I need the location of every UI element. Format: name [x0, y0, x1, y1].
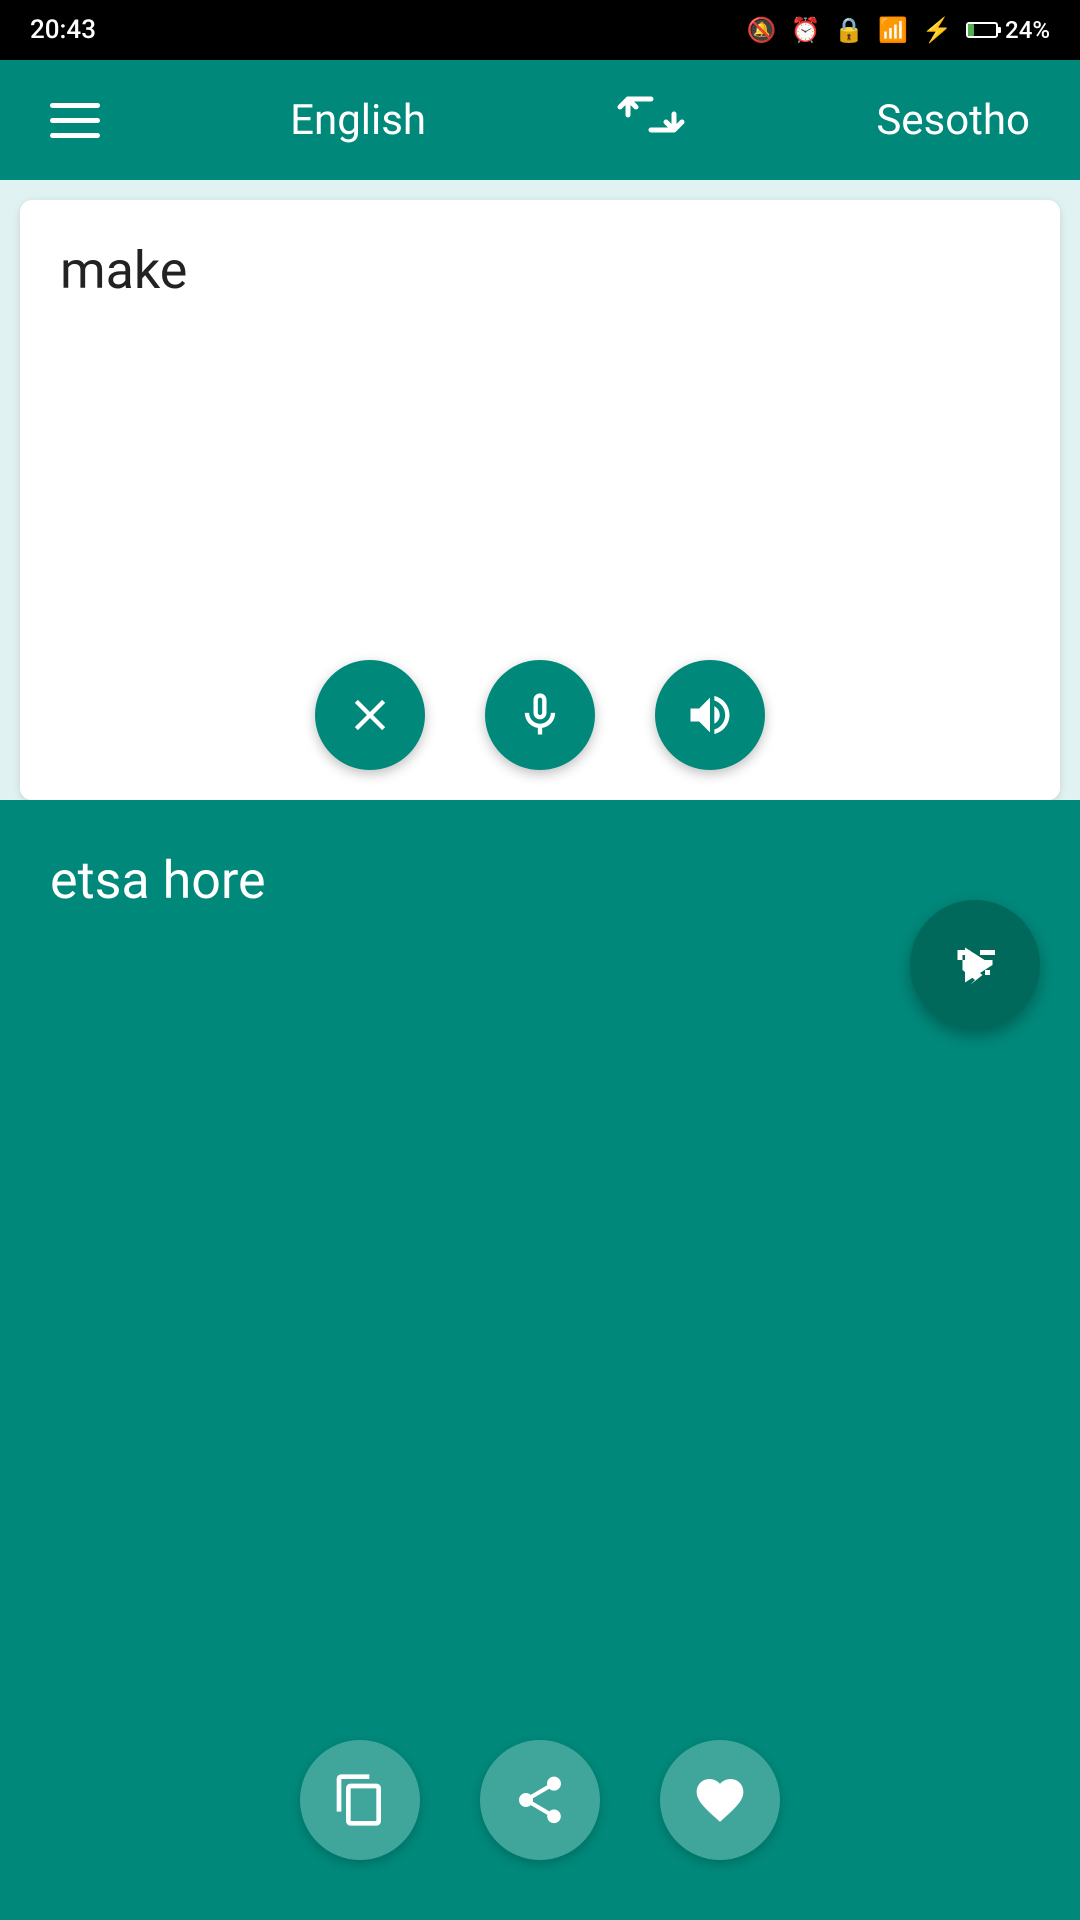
main-content: make: [0, 180, 1080, 1920]
source-text[interactable]: make: [60, 240, 187, 301]
alarm-icon: ⏰: [790, 16, 820, 44]
signal-icon: 📶: [878, 16, 908, 44]
target-text: etsa hore: [50, 850, 1030, 911]
share-button[interactable]: [480, 1740, 600, 1860]
favorite-button[interactable]: [660, 1740, 780, 1860]
source-language-label[interactable]: English: [290, 96, 426, 145]
battery-display: 24%: [966, 16, 1050, 44]
mic-button[interactable]: [485, 660, 595, 770]
toolbar: English Sesotho: [0, 60, 1080, 180]
source-actions: [20, 660, 1060, 770]
battery-percent: 24%: [1005, 16, 1050, 44]
status-icons: 🔕 ⏰ 🔒 📶 ⚡ 24%: [747, 16, 1050, 44]
menu-button[interactable]: [50, 103, 100, 138]
sim-icon: 🔒: [834, 16, 864, 44]
source-panel: make: [20, 200, 1060, 800]
charging-icon: ⚡: [922, 16, 952, 44]
target-language-label[interactable]: Sesotho: [876, 96, 1030, 145]
translate-button[interactable]: [910, 900, 1040, 1030]
time-display: 20:43: [30, 15, 96, 45]
clear-button[interactable]: [315, 660, 425, 770]
speaker-button[interactable]: [655, 660, 765, 770]
swap-languages-button[interactable]: [616, 87, 686, 154]
target-actions: [0, 1740, 1080, 1860]
copy-button[interactable]: [300, 1740, 420, 1860]
status-bar: 20:43 🔕 ⏰ 🔒 📶 ⚡ 24%: [0, 0, 1080, 60]
mute-icon: 🔕: [747, 16, 777, 44]
